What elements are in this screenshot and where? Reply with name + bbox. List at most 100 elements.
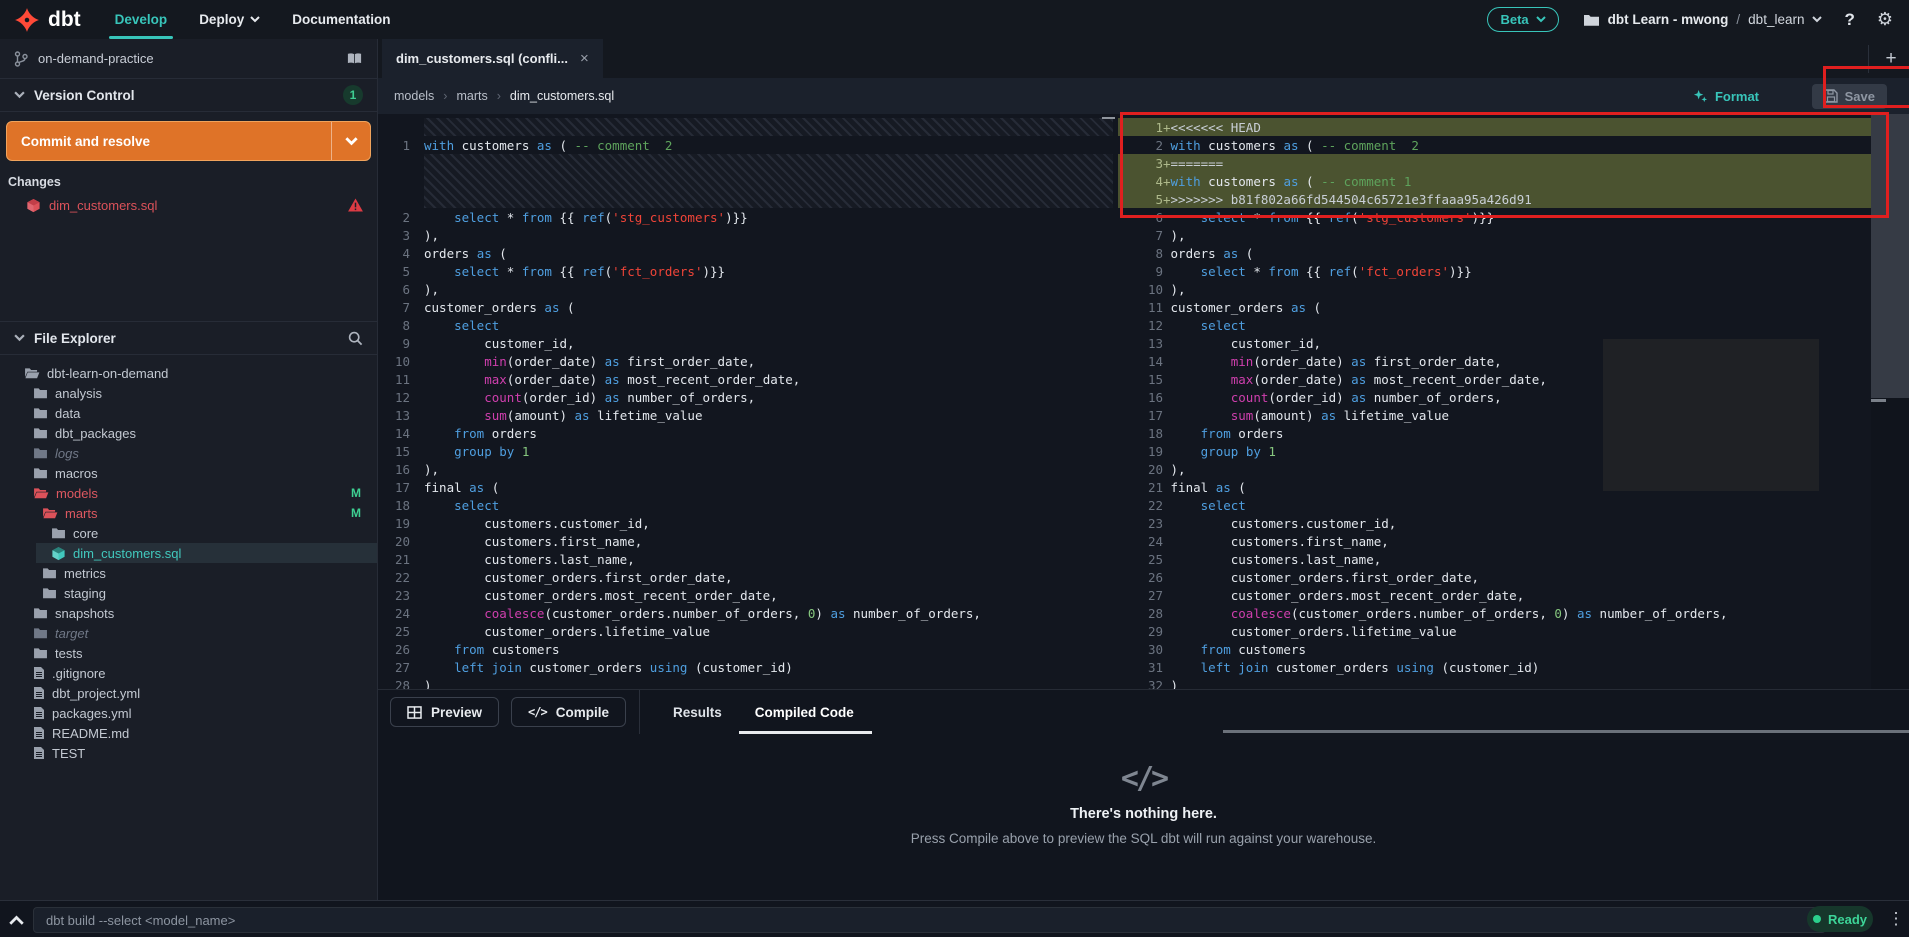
breadcrumb-item[interactable]: models (394, 89, 434, 103)
code-line[interactable]: 13 sum(amount) as lifetime_value (378, 406, 1113, 424)
editor-scrollbar-thumb[interactable] (1871, 114, 1909, 398)
changed-file-row[interactable]: dim_customers.sql (0, 193, 377, 217)
code-line[interactable]: 30 from customers (1118, 640, 1909, 658)
help-icon[interactable]: ? (1844, 10, 1854, 30)
breadcrumb-item[interactable]: marts (456, 89, 487, 103)
tree-item-marts[interactable]: martsM (0, 503, 377, 523)
code-line[interactable]: 8 orders as ( (1118, 244, 1909, 262)
tree-item-dbt-packages[interactable]: dbt_packages (0, 423, 377, 443)
code-line[interactable]: 2 select * from {{ ref('stg_customers')}… (378, 208, 1113, 226)
code-line[interactable]: 22 select (1118, 496, 1909, 514)
status-badge[interactable]: Ready (1807, 906, 1873, 932)
tree-item--gitignore[interactable]: .gitignore (0, 663, 377, 683)
code-line[interactable]: 24 customers.first_name, (1118, 532, 1909, 550)
code-line[interactable]: 7 ), (1118, 226, 1909, 244)
tree-item-models[interactable]: modelsM (0, 483, 377, 503)
commit-dropdown-toggle[interactable] (331, 122, 370, 160)
save-button[interactable]: Save (1812, 84, 1887, 109)
compile-button[interactable]: </> Compile (511, 697, 626, 727)
code-line[interactable]: 1+<<<<<<< HEAD (1118, 118, 1909, 136)
nav-deploy[interactable]: Deploy (199, 0, 260, 39)
kebab-menu-icon[interactable]: ⋮ (1886, 903, 1906, 935)
tree-item-core[interactable]: core (0, 523, 377, 543)
code-line[interactable]: 29 customer_orders.lifetime_value (1118, 622, 1909, 640)
command-input[interactable] (33, 907, 1826, 933)
breadcrumb-item[interactable]: dim_customers.sql (510, 89, 614, 103)
code-line[interactable]: 24 coalesce(customer_orders.number_of_or… (378, 604, 1113, 622)
code-line[interactable]: 27 customer_orders.most_recent_order_dat… (1118, 586, 1909, 604)
code-line[interactable]: 8 select (378, 316, 1113, 334)
code-line[interactable]: 10 ), (1118, 280, 1909, 298)
settings-gear-icon[interactable]: ⚙ (1877, 9, 1893, 30)
code-line[interactable]: 9 select * from {{ ref('fct_orders')}} (1118, 262, 1909, 280)
code-line[interactable]: 16 ), (378, 460, 1113, 478)
code-line[interactable]: 6 select * from {{ ref('stg_customers')}… (1118, 208, 1909, 226)
code-line[interactable]: 5 select * from {{ ref('fct_orders')}} (378, 262, 1113, 280)
code-line[interactable]: 2 with customers as ( -- comment 2 (1118, 136, 1909, 154)
tab-results[interactable]: Results (673, 690, 722, 734)
chevron-up-icon[interactable] (9, 915, 24, 925)
code-line[interactable]: 12 select (1118, 316, 1909, 334)
docs-book-icon[interactable] (346, 52, 363, 66)
tree-item-dbt-project-yml[interactable]: dbt_project.yml (0, 683, 377, 703)
code-line[interactable]: 12 count(order_id) as number_of_orders, (378, 388, 1113, 406)
tree-item-data[interactable]: data (0, 403, 377, 423)
tree-item-snapshots[interactable]: snapshots (0, 603, 377, 623)
code-line[interactable]: 23 customers.customer_id, (1118, 514, 1909, 532)
tree-item-dim-customers-sql[interactable]: dim_customers.sql (36, 543, 377, 563)
code-line[interactable]: 18 select (378, 496, 1113, 514)
tree-item-analysis[interactable]: analysis (0, 383, 377, 403)
code-line[interactable]: 21 customers.last_name, (378, 550, 1113, 568)
nav-develop[interactable]: Develop (115, 0, 168, 39)
tree-item-tests[interactable]: tests (0, 643, 377, 663)
code-line[interactable]: 1 with customers as ( -- comment 2 (378, 136, 1113, 154)
code-line[interactable]: 14 from orders (378, 424, 1113, 442)
dbt-logo[interactable]: dbt (14, 7, 81, 33)
code-line[interactable]: 27 left join customer_orders using (cust… (378, 658, 1113, 676)
tree-item-dbt-learn-on-demand[interactable]: dbt-learn-on-demand (0, 363, 377, 383)
code-line[interactable]: 7 customer_orders as ( (378, 298, 1113, 316)
git-branch-row[interactable]: on-demand-practice (0, 39, 377, 79)
tree-item-macros[interactable]: macros (0, 463, 377, 483)
code-line[interactable]: 23 customer_orders.most_recent_order_dat… (378, 586, 1113, 604)
nav-documentation[interactable]: Documentation (292, 0, 390, 39)
code-line[interactable]: 25 customers.last_name, (1118, 550, 1909, 568)
code-line[interactable]: 9 customer_id, (378, 334, 1113, 352)
tree-item-logs[interactable]: logs (0, 443, 377, 463)
code-line[interactable]: 4 orders as ( (378, 244, 1113, 262)
code-line[interactable]: 4+with customers as ( -- comment 1 (1118, 172, 1909, 190)
version-control-header[interactable]: Version Control 1 (0, 79, 377, 111)
tab-dim-customers[interactable]: dim_customers.sql (confli... × (382, 39, 603, 78)
code-line[interactable]: 10 min(order_date) as first_order_date, (378, 352, 1113, 370)
tree-item-packages-yml[interactable]: packages.yml (0, 703, 377, 723)
code-line[interactable]: 31 left join customer_orders using (cust… (1118, 658, 1909, 676)
editor-pane-local[interactable]: 1 with customers as ( -- comment 2 2 sele… (378, 114, 1113, 693)
code-line[interactable]: 15 group by 1 (378, 442, 1113, 460)
format-button[interactable]: Format (1693, 89, 1759, 104)
close-tab-icon[interactable]: × (580, 50, 589, 67)
code-line[interactable]: 6 ), (378, 280, 1113, 298)
code-line[interactable]: 11 max(order_date) as most_recent_order_… (378, 370, 1113, 388)
code-line[interactable]: 28 coalesce(customer_orders.number_of_or… (1118, 604, 1909, 622)
search-icon[interactable] (348, 331, 363, 346)
tree-item-readme-md[interactable]: README.md (0, 723, 377, 743)
code-line[interactable]: 3+======= (1118, 154, 1909, 172)
code-line[interactable]: 26 customer_orders.first_order_date, (1118, 568, 1909, 586)
code-line[interactable]: 11 customer_orders as ( (1118, 298, 1909, 316)
code-line[interactable]: 19 customers.customer_id, (378, 514, 1113, 532)
project-switcher[interactable]: dbt Learn - mwong / dbt_learn (1583, 12, 1823, 27)
code-line[interactable]: 5+>>>>>>> b81f802a66fd544504c65721e3ffaa… (1118, 190, 1909, 208)
code-line[interactable]: 25 customer_orders.lifetime_value (378, 622, 1113, 640)
tree-item-metrics[interactable]: metrics (0, 563, 377, 583)
code-line[interactable]: 26 from customers (378, 640, 1113, 658)
tab-compiled-code[interactable]: Compiled Code (755, 690, 854, 734)
code-line[interactable]: 22 customer_orders.first_order_date, (378, 568, 1113, 586)
tree-item-test[interactable]: TEST (0, 743, 377, 763)
code-line[interactable]: 17 final as ( (378, 478, 1113, 496)
tree-item-staging[interactable]: staging (0, 583, 377, 603)
preview-button[interactable]: Preview (390, 697, 499, 727)
file-explorer-header[interactable]: File Explorer (0, 322, 377, 354)
code-line[interactable]: 20 customers.first_name, (378, 532, 1113, 550)
beta-dropdown[interactable]: Beta (1487, 7, 1558, 32)
new-tab-button[interactable]: + (1876, 39, 1906, 78)
